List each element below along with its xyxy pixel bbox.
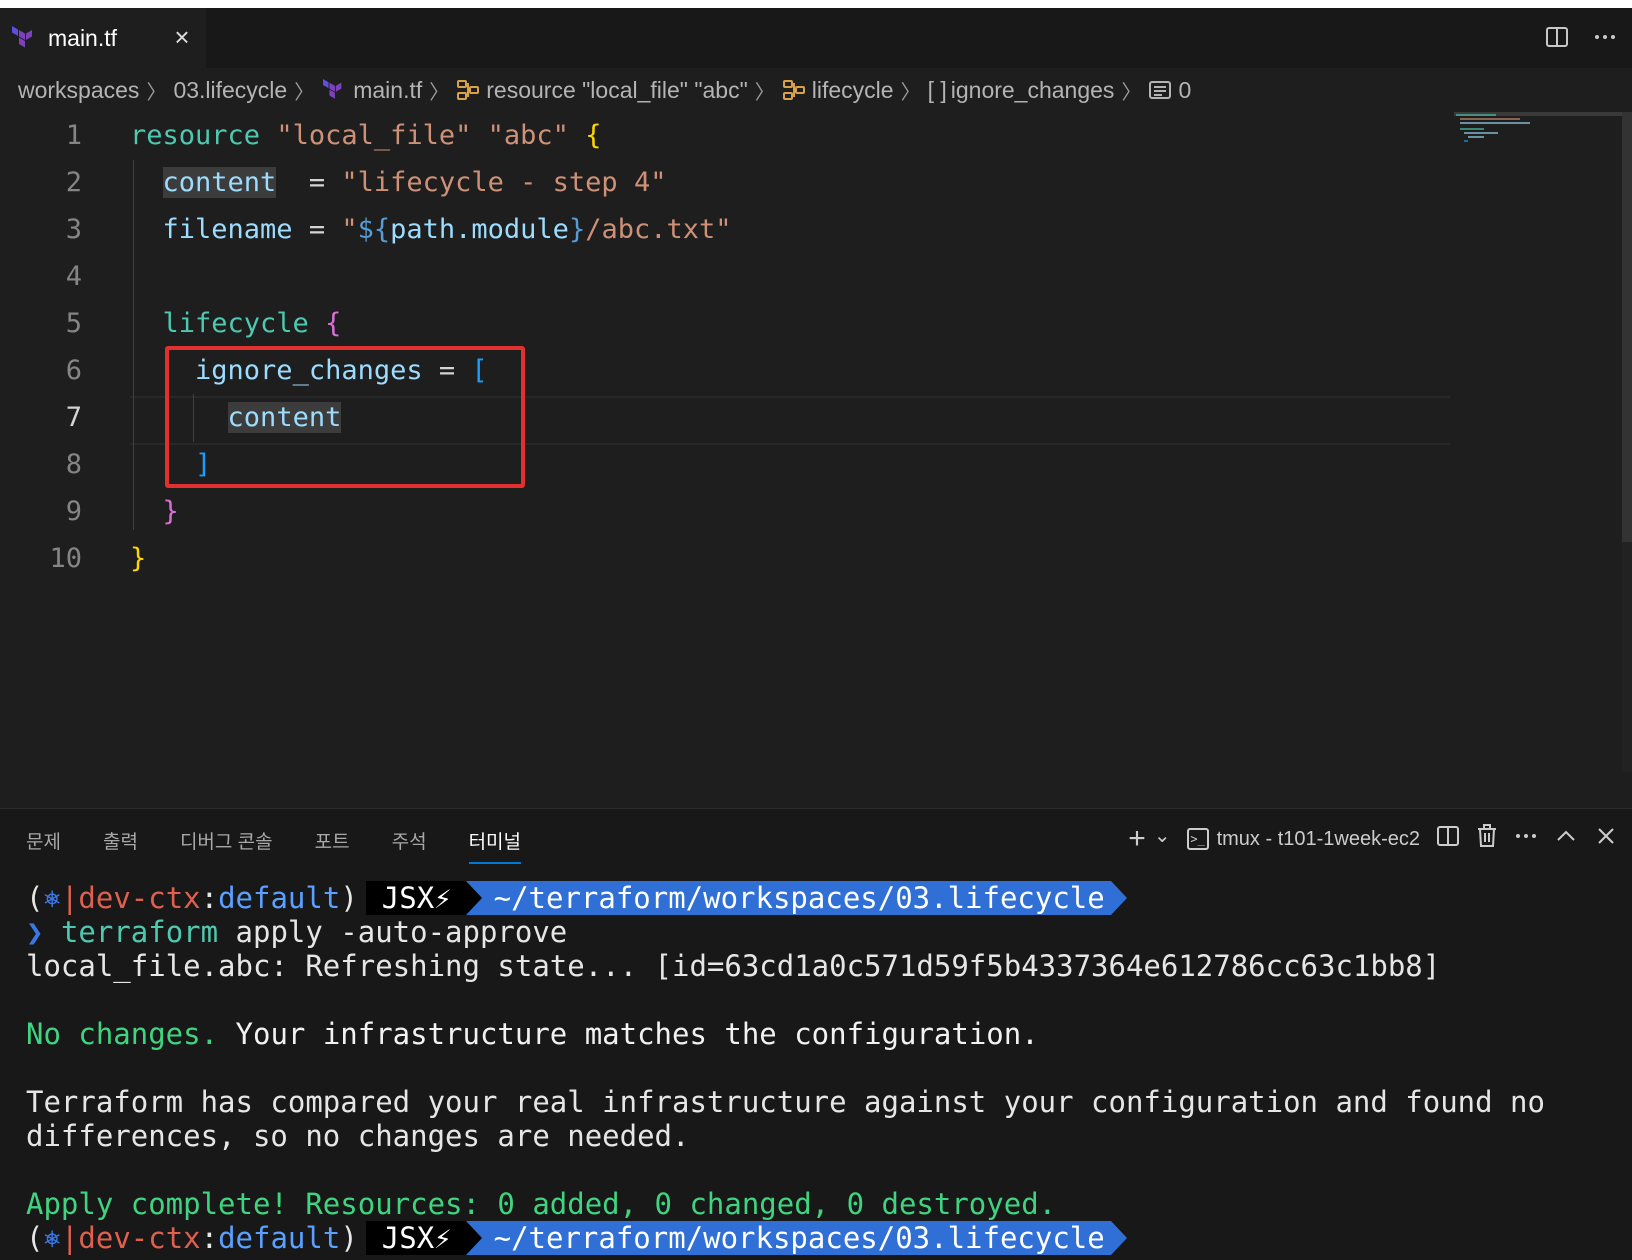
tab-main-tf[interactable]: main.tf × <box>0 8 206 68</box>
terminal-prompt: (⎈|dev-ctx:default) JSX⚡ ~/terraform/works… <box>26 1221 1127 1255</box>
breadcrumb-main-tf[interactable]: main.tf <box>353 77 422 104</box>
code-editor[interactable]: 1 2 3 4 5 6 7 8 9 10 resource "local_fil… <box>0 112 1632 772</box>
line-number: 8 <box>65 449 82 480</box>
breadcrumb-lifecycle-folder[interactable]: 03.lifecycle <box>173 77 287 104</box>
code-line-9: } <box>162 496 179 527</box>
code-line-2: content = "lifecycle - step 4" <box>162 167 667 198</box>
chevron-right-icon: 〉 <box>146 81 167 104</box>
code-line-3: filename = "${path.module}/abc.txt" <box>162 214 732 245</box>
chevron-right-icon: 〉 <box>429 81 450 104</box>
breadcrumb-index[interactable]: 0 <box>1178 77 1191 104</box>
line-number: 9 <box>65 496 82 527</box>
tab-problems[interactable]: 문제 <box>26 827 61 862</box>
kubernetes-icon: ⎈ <box>43 881 61 915</box>
code-line-5: lifecycle { <box>162 308 342 339</box>
editor-actions <box>1542 22 1620 52</box>
minimap[interactable] <box>1454 112 1614 152</box>
terminal-refresh-line: local_file.abc: Refreshing state... [id=… <box>26 949 1441 983</box>
terraform-icon <box>321 79 347 101</box>
line-number: 3 <box>65 214 82 245</box>
symbol-string-icon <box>1148 79 1172 101</box>
kubernetes-icon: ⎈ <box>43 1221 61 1255</box>
line-number: 2 <box>65 167 82 198</box>
symbol-array-icon: [ ] <box>927 76 947 103</box>
terminal-icon: >_ <box>1186 828 1209 850</box>
terminal-apply-complete: Apply complete! Resources: 0 added, 0 ch… <box>26 1187 1057 1221</box>
terminal-compared-line: Terraform has compared your real infrast… <box>26 1085 1545 1119</box>
line-number: 5 <box>65 308 82 339</box>
breadcrumb: workspaces 〉 03.lifecycle 〉 main.tf 〉 re… <box>18 70 1191 110</box>
symbol-struct-icon <box>782 79 806 101</box>
trash-icon[interactable] <box>1476 824 1498 854</box>
vscode-window: main.tf × workspaces 〉 03.lifecycle 〉 ma… <box>0 8 1632 1260</box>
breadcrumb-ignore-changes[interactable]: ignore_changes <box>951 77 1115 104</box>
tab-ports[interactable]: 포트 <box>315 827 350 862</box>
code-line-1: resource "local_file" "abc" { <box>130 120 602 151</box>
symbol-struct-icon <box>456 79 480 101</box>
terminal-name: tmux - t101-1week-ec2 <box>1216 827 1420 850</box>
vertical-scrollbar[interactable] <box>1622 112 1632 772</box>
panel-actions: + ⌄ >_ tmux - t101-1week-ec2 <box>1128 819 1618 859</box>
scrollbar-thumb[interactable] <box>1622 112 1632 542</box>
chevron-down-icon[interactable]: ⌄ <box>1154 823 1171 848</box>
panel-tab-bar: 문제 출력 디버그 콘솔 포트 주석 터미널 <box>26 827 563 864</box>
chevron-right-icon: 〉 <box>1121 81 1142 104</box>
line-number: 4 <box>65 261 82 292</box>
bottom-panel: 문제 출력 디버그 콘솔 포트 주석 터미널 + ⌄ >_ tmux - t10… <box>0 808 1632 1260</box>
terminal-command: ❯ terraform apply -auto-approve <box>26 915 568 949</box>
code-line-10: } <box>130 543 147 574</box>
terminal-prompt: (⎈|dev-ctx:default) JSX⚡ ~/terraform/works… <box>26 881 1127 915</box>
line-number: 6 <box>65 355 82 386</box>
editor-tab-bar: main.tf × <box>0 8 1632 68</box>
line-number-active: 7 <box>65 402 82 433</box>
line-number: 10 <box>49 543 82 574</box>
split-terminal-icon[interactable] <box>1436 824 1460 854</box>
tab-debug-console[interactable]: 디버그 콘솔 <box>180 827 273 862</box>
tab-output[interactable]: 출력 <box>103 827 138 862</box>
breadcrumb-lifecycle[interactable]: lifecycle <box>812 77 894 104</box>
maximize-panel-icon[interactable] <box>1554 824 1578 854</box>
chevron-right-icon: 〉 <box>754 81 775 104</box>
more-actions-icon[interactable] <box>1590 22 1620 52</box>
new-terminal-icon[interactable]: + <box>1128 822 1146 856</box>
more-actions-icon[interactable] <box>1514 824 1538 854</box>
annotation-highlight-box <box>165 346 525 488</box>
close-icon[interactable]: × <box>170 24 194 50</box>
close-panel-icon[interactable] <box>1594 824 1618 854</box>
breadcrumb-resource[interactable]: resource "local_file" "abc" <box>486 77 748 104</box>
chevron-right-icon: 〉 <box>294 81 315 104</box>
breadcrumb-workspaces[interactable]: workspaces <box>18 77 139 104</box>
tab-label: main.tf <box>48 24 118 51</box>
terraform-icon <box>10 26 38 50</box>
terminal-compared-line: differences, so no changes are needed. <box>26 1119 690 1153</box>
line-number: 1 <box>65 120 82 151</box>
terminal-no-changes: No changes. Your infrastructure matches … <box>26 1017 1039 1051</box>
split-editor-icon[interactable] <box>1542 22 1572 52</box>
tab-terminal[interactable]: 터미널 <box>468 827 522 864</box>
tab-comments[interactable]: 주석 <box>392 827 427 862</box>
chevron-right-icon: 〉 <box>900 81 921 104</box>
terminal-selector[interactable]: >_ tmux - t101-1week-ec2 <box>1186 827 1420 851</box>
